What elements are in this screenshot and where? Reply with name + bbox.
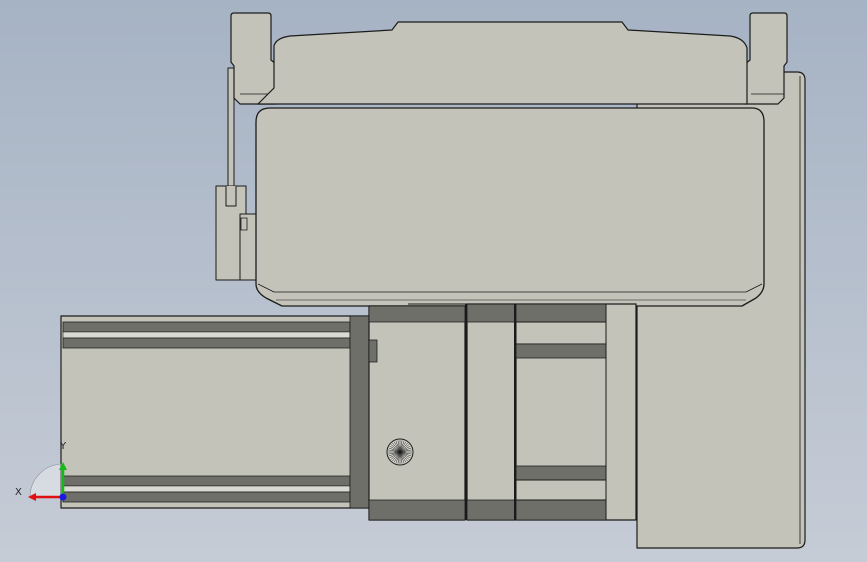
cad-viewport[interactable]: X Y <box>0 0 867 562</box>
reference-triad <box>28 462 67 501</box>
adjust-screw <box>386 438 414 466</box>
y-axis-label: Y <box>60 441 67 452</box>
actuator-model[interactable] <box>60 12 806 549</box>
z-axis-dot <box>59 493 67 501</box>
motor-tube <box>60 315 374 509</box>
triad-quadrant <box>29 463 64 498</box>
main-housing <box>255 21 765 307</box>
x-axis-label: X <box>15 487 22 498</box>
coupling-section <box>368 303 637 521</box>
model-view[interactable] <box>0 0 867 562</box>
